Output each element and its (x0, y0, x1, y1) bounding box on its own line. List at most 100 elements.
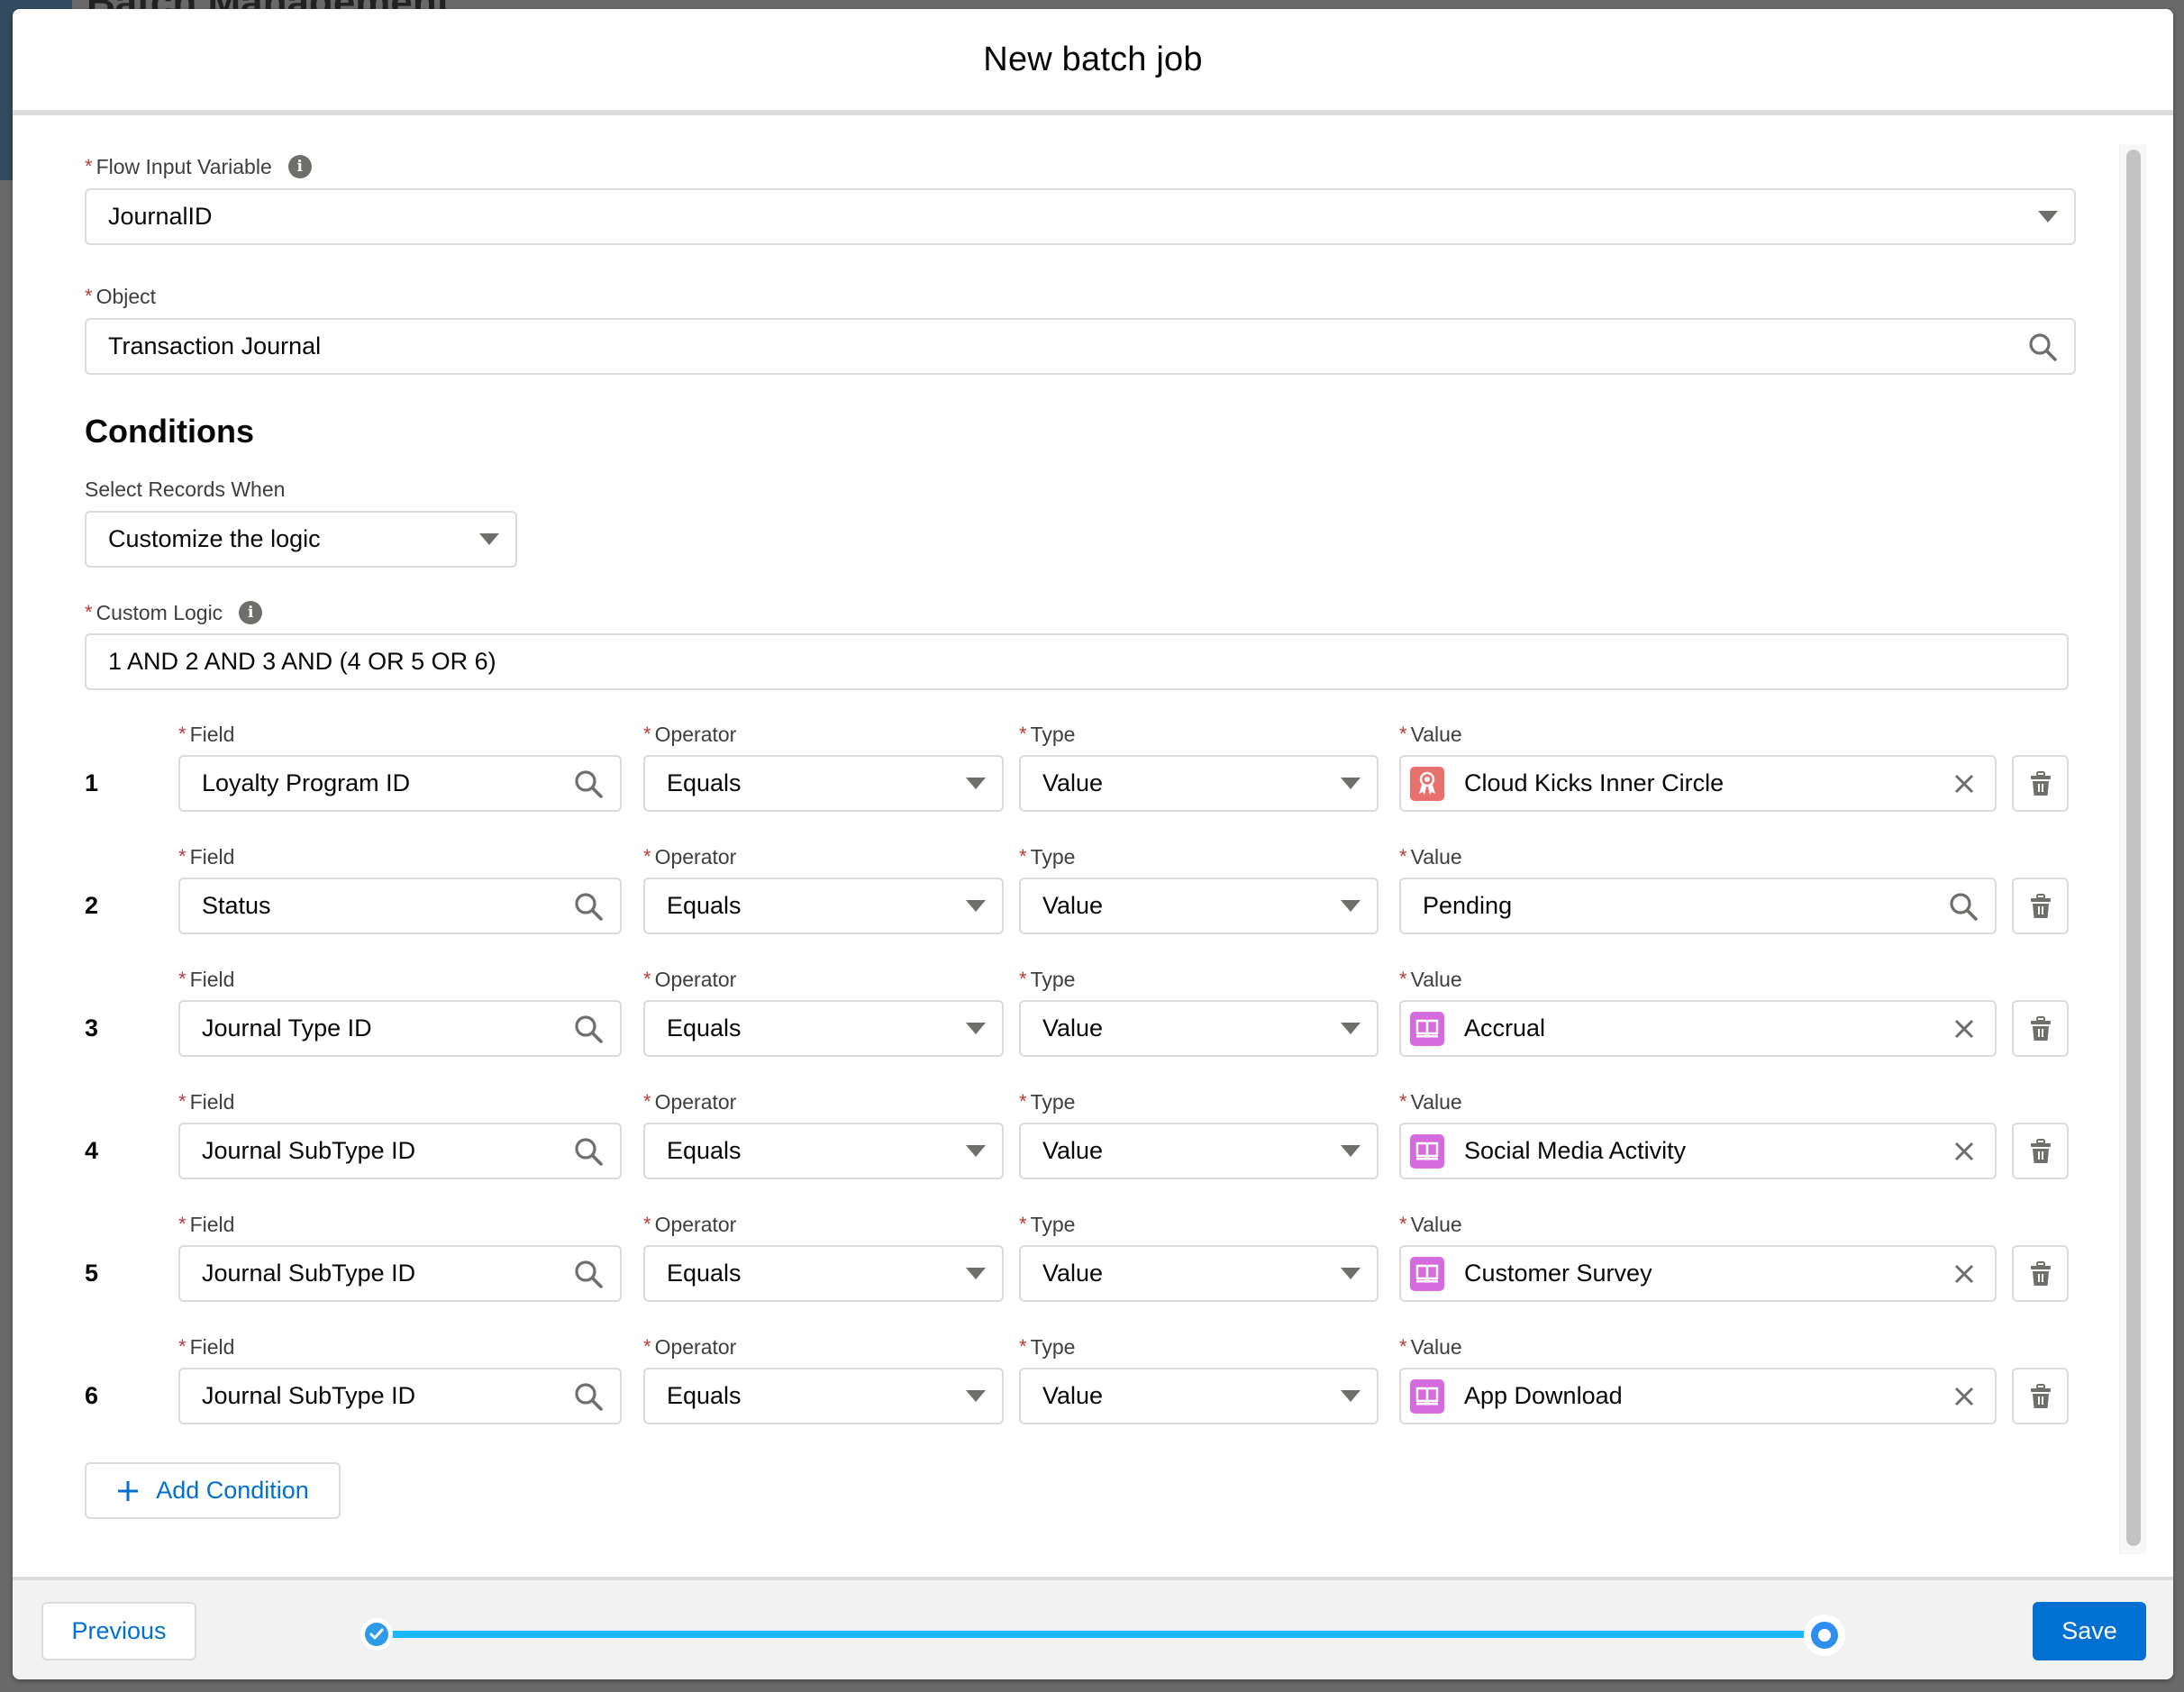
select-records-when-select[interactable]: Customize the logic (85, 511, 517, 568)
select-records-when-label: Select Records When (85, 477, 286, 501)
search-icon[interactable] (573, 1136, 604, 1167)
clear-selection-icon[interactable] (1952, 1261, 1977, 1287)
info-icon[interactable]: i (287, 155, 312, 178)
flow-input-variable-label-text: Flow Input Variable (96, 154, 272, 178)
value-text: Cloud Kicks Inner Circle (1464, 769, 1724, 796)
delete-condition-button[interactable] (2012, 755, 2069, 812)
required-marker: * (85, 285, 93, 307)
type-select[interactable]: Value (1019, 1000, 1379, 1057)
field-label: * Field (178, 967, 235, 991)
search-icon[interactable] (573, 769, 604, 799)
clear-selection-icon[interactable] (1952, 771, 1977, 796)
required-marker: * (85, 155, 93, 177)
book-icon (1410, 1011, 1444, 1046)
search-icon[interactable] (573, 891, 604, 922)
operator-label: * Operator (643, 967, 737, 991)
field-value: Status (202, 892, 271, 919)
value-label: * Value (1399, 1334, 1462, 1359)
value-input[interactable]: App Download (1399, 1368, 1997, 1424)
add-condition-button[interactable]: Add Condition (85, 1462, 341, 1519)
select-records-when-value: Customize the logic (108, 525, 321, 552)
loyalty-program-icon (1410, 766, 1444, 801)
field-lookup-input[interactable]: Journal SubType ID (178, 1123, 622, 1179)
value-input[interactable]: Accrual (1399, 1000, 1997, 1057)
save-button[interactable]: Save (2033, 1602, 2146, 1660)
type-value: Value (1042, 892, 1104, 919)
operator-value: Equals (667, 1382, 742, 1409)
type-select[interactable]: Value (1019, 1368, 1379, 1424)
value-input[interactable]: Customer Survey (1399, 1245, 1997, 1302)
info-icon[interactable]: i (239, 601, 263, 624)
condition-number: 3 (85, 1014, 99, 1042)
add-condition-label: Add Condition (156, 1477, 309, 1504)
flow-input-variable-select[interactable]: JournalID (85, 188, 2076, 245)
type-value: Value (1042, 769, 1104, 796)
custom-logic-label-text: Custom Logic (96, 600, 223, 624)
value-input[interactable]: Cloud Kicks Inner Circle (1399, 755, 1997, 812)
field-lookup-input[interactable]: Journal SubType ID (178, 1245, 622, 1302)
book-icon (1410, 1378, 1444, 1414)
operator-label: * Operator (643, 844, 737, 869)
value-label: * Value (1399, 844, 1462, 869)
delete-condition-button[interactable] (2012, 1368, 2069, 1424)
object-value: Transaction Journal (108, 332, 322, 359)
value-input[interactable]: Social Media Activity (1399, 1123, 1997, 1179)
progress-step-2-current[interactable] (1804, 1615, 1845, 1656)
type-select[interactable]: Value (1019, 878, 1379, 934)
field-value: Journal SubType ID (202, 1137, 416, 1164)
delete-condition-button[interactable] (2012, 1000, 2069, 1057)
scrollbar-track[interactable] (2119, 144, 2146, 1554)
object-lookup-input[interactable]: Transaction Journal (85, 318, 2076, 375)
custom-logic-input[interactable]: 1 AND 2 AND 3 AND (4 OR 5 OR 6) (85, 633, 2069, 690)
value-label: * Value (1399, 1212, 1462, 1236)
chevron-down-icon (966, 1023, 986, 1034)
operator-value: Equals (667, 892, 742, 919)
operator-select[interactable]: Equals (643, 1000, 1004, 1057)
operator-select[interactable]: Equals (643, 1245, 1004, 1302)
field-value: Journal Type ID (202, 1014, 372, 1042)
custom-logic-label: * Custom Logic i (85, 599, 263, 626)
field-lookup-input[interactable]: Journal Type ID (178, 1000, 622, 1057)
trash-icon (2030, 1260, 2051, 1286)
clear-selection-icon[interactable] (1952, 1139, 1977, 1164)
operator-select[interactable]: Equals (643, 1368, 1004, 1424)
chevron-down-icon (966, 1390, 986, 1402)
field-lookup-input[interactable]: Loyalty Program ID (178, 755, 622, 812)
search-icon[interactable] (2027, 332, 2058, 362)
type-label: * Type (1019, 1212, 1076, 1236)
delete-condition-button[interactable] (2012, 878, 2069, 934)
clear-selection-icon[interactable] (1952, 1016, 1977, 1042)
search-icon[interactable] (573, 1014, 604, 1044)
field-lookup-input[interactable]: Journal SubType ID (178, 1368, 622, 1424)
previous-button[interactable]: Previous (41, 1602, 196, 1660)
trash-icon (2030, 1138, 2051, 1163)
operator-select[interactable]: Equals (643, 1123, 1004, 1179)
field-lookup-input[interactable]: Status (178, 878, 622, 934)
delete-condition-button[interactable] (2012, 1245, 2069, 1302)
trash-icon (2030, 1383, 2051, 1408)
value-input[interactable]: Pending (1399, 878, 1997, 934)
type-label: * Type (1019, 967, 1076, 991)
type-select[interactable]: Value (1019, 755, 1379, 812)
delete-condition-button[interactable] (2012, 1123, 2069, 1179)
condition-number: 4 (85, 1137, 99, 1164)
field-value: Loyalty Program ID (202, 769, 411, 796)
operator-select[interactable]: Equals (643, 878, 1004, 934)
progress-step-1-completed[interactable] (360, 1618, 393, 1651)
operator-label: * Operator (643, 1089, 737, 1114)
scrollbar-thumb[interactable] (2126, 150, 2141, 1546)
search-icon[interactable] (1948, 891, 1979, 922)
search-icon[interactable] (573, 1259, 604, 1289)
progress-bar-fill (391, 1631, 1815, 1638)
type-select[interactable]: Value (1019, 1123, 1379, 1179)
type-label: * Type (1019, 1334, 1076, 1359)
search-icon[interactable] (573, 1381, 604, 1412)
type-value: Value (1042, 1014, 1104, 1042)
field-label: * Field (178, 722, 235, 746)
type-value: Value (1042, 1382, 1104, 1409)
clear-selection-icon[interactable] (1952, 1384, 1977, 1409)
operator-select[interactable]: Equals (643, 755, 1004, 812)
value-text: App Download (1464, 1382, 1623, 1409)
type-value: Value (1042, 1137, 1104, 1164)
type-select[interactable]: Value (1019, 1245, 1379, 1302)
